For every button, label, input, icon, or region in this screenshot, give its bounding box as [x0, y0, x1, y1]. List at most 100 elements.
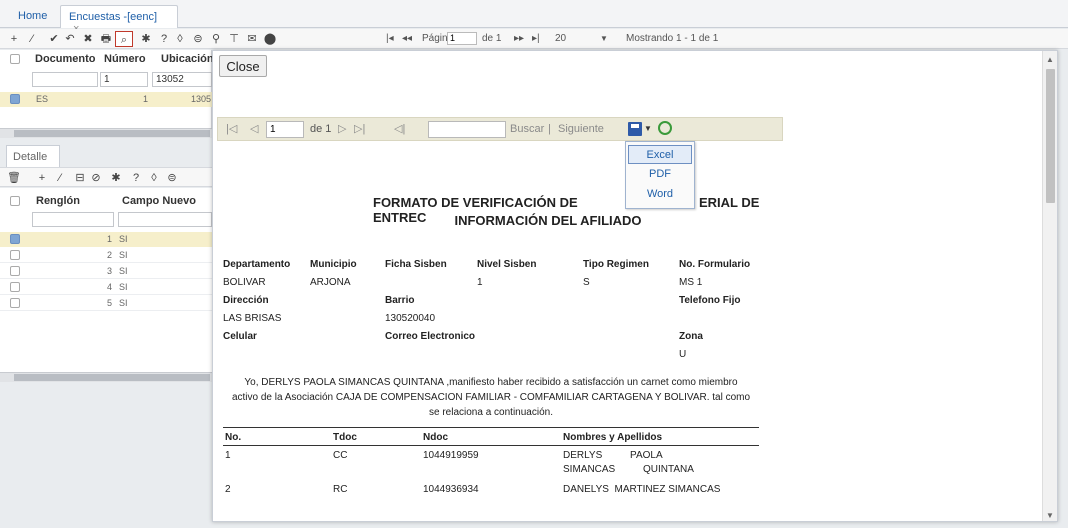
horizontal-scrollbar[interactable] [0, 128, 212, 138]
pager-prev-icon[interactable]: ◂◂ [402, 31, 412, 47]
buscar-link[interactable]: Buscar [510, 123, 544, 135]
notes-icon[interactable]: ⊜ [164, 170, 180, 186]
attach-icon[interactable]: ◊ [146, 170, 162, 186]
value-departamento: BOLIVAR [223, 277, 266, 288]
settings-icon[interactable]: ✱ [108, 170, 124, 186]
tab-home[interactable]: Home [10, 5, 55, 28]
record-icon[interactable]: ⬤ [262, 31, 278, 47]
col-no: No. [225, 432, 242, 443]
chevron-down-icon[interactable]: ▼ [600, 31, 608, 47]
page-input[interactable] [447, 31, 477, 45]
filter-campo-nuevo[interactable] [118, 212, 212, 227]
report-last-page-icon[interactable]: ▷| [354, 122, 365, 136]
page-size-select[interactable]: 20 [555, 31, 566, 47]
row-checkbox[interactable] [10, 94, 20, 104]
cancel-icon[interactable]: ⊘ [88, 170, 104, 186]
detalle-grid: Renglón Campo Nuevo 1 SI 2 SI 3 SI 4 SI … [0, 188, 212, 382]
report-paragraph-line1: Yo, DERLYS PAOLA SIMANCAS QUINTANA ,mani… [244, 377, 738, 388]
tab-detalle[interactable]: Detalle [6, 145, 60, 167]
cell-ndoc: 1044919959 [423, 450, 479, 461]
table-row[interactable]: 1 SI [0, 232, 212, 247]
col-nombres: Nombres y Apellidos [563, 432, 663, 443]
row-checkbox[interactable] [10, 266, 20, 276]
scrollbar-thumb[interactable] [1046, 69, 1055, 203]
report-search-input[interactable] [428, 121, 506, 138]
cell-campo-nuevo: SI [119, 266, 128, 276]
pager-next-icon[interactable]: ▸▸ [514, 31, 524, 47]
export-pdf[interactable]: PDF [628, 165, 692, 184]
settings-icon[interactable]: ✱ [138, 31, 154, 47]
undo-icon[interactable]: ↶ [62, 31, 78, 47]
tab-home-label: Home [18, 10, 48, 22]
value-no-formulario: MS 1 [679, 277, 703, 288]
add-icon[interactable]: + [6, 31, 22, 47]
table-row[interactable]: 5 SI [0, 296, 212, 311]
scrollbar-thumb[interactable] [14, 374, 210, 381]
tab-encuestas[interactable]: Encuestas -[eenc] × [60, 5, 178, 35]
report-page-input[interactable] [266, 121, 304, 138]
pager-first-icon[interactable]: |◂ [386, 31, 394, 47]
attach-icon[interactable]: ◊ [172, 31, 188, 47]
filter-numero[interactable]: 1 [100, 72, 148, 87]
export-icon[interactable] [628, 122, 642, 136]
trash-icon[interactable]: 🗑 [6, 170, 22, 186]
edit-icon[interactable]: ⁄ [52, 170, 68, 186]
select-all-checkbox[interactable] [10, 196, 20, 206]
col-renglon[interactable]: Renglón [36, 192, 80, 210]
save-icon[interactable]: ✔ [46, 31, 62, 47]
report-first-page-icon[interactable]: |◁ [226, 122, 237, 136]
table-row[interactable]: 3 SI [0, 264, 212, 279]
edit-icon[interactable]: ⁄ [24, 31, 40, 47]
notes-icon[interactable]: ⊜ [190, 31, 206, 47]
cell-renglon: 5 [107, 298, 113, 308]
search-icon[interactable]: ⌕ [115, 31, 133, 47]
report-next-page-icon[interactable]: ▷ [338, 122, 346, 136]
add-icon[interactable]: + [34, 170, 50, 186]
cell-renglon: 1 [107, 234, 113, 244]
tab-encuestas-label: Encuestas -[eenc] [69, 11, 158, 23]
table-row[interactable]: ES 1 1305 [0, 92, 212, 107]
help-icon[interactable]: ? [128, 170, 144, 186]
scroll-up-icon[interactable]: ▲ [1046, 55, 1054, 64]
col-numero[interactable]: Número [104, 50, 146, 68]
label-no-formulario: No. Formulario [679, 259, 751, 270]
scrollbar-thumb[interactable] [14, 130, 210, 137]
help-icon[interactable]: ? [156, 31, 172, 47]
col-ndoc: Ndoc [423, 432, 448, 443]
siguiente-link[interactable]: Siguiente [558, 123, 604, 135]
row-checkbox[interactable] [10, 250, 20, 260]
user-icon[interactable]: ⚲ [208, 31, 224, 47]
row-checkbox[interactable] [10, 234, 20, 244]
filter-renglon[interactable] [32, 212, 114, 227]
report-back-icon[interactable]: ◁| [394, 122, 405, 136]
scroll-down-icon[interactable]: ▼ [1046, 511, 1054, 520]
filter-ubicacion[interactable]: 13052 [152, 72, 212, 87]
select-all-checkbox[interactable] [10, 54, 20, 64]
table-row[interactable]: 4 SI [0, 280, 212, 295]
row-checkbox[interactable] [10, 282, 20, 292]
print-icon[interactable]: 🖶 [98, 31, 114, 47]
pager-last-icon[interactable]: ▸| [532, 31, 540, 47]
report-prev-page-icon[interactable]: ◁ [250, 122, 258, 136]
col-campo-nuevo[interactable]: Campo Nuevo [122, 192, 196, 210]
cell-renglon: 3 [107, 266, 113, 276]
export-word[interactable]: Word [628, 185, 692, 204]
table-row[interactable]: 2 SI [0, 248, 212, 263]
mail-icon[interactable]: ✉ [244, 31, 260, 47]
page-input-wrap [447, 31, 477, 47]
delete-icon[interactable]: ✖ [80, 31, 96, 47]
vertical-scrollbar[interactable]: ▲ ▼ [1042, 51, 1057, 521]
save-icon[interactable]: ⊟ [72, 170, 88, 186]
row-checkbox[interactable] [10, 298, 20, 308]
col-ubicacion[interactable]: Ubicación [161, 50, 214, 68]
export-excel[interactable]: Excel [628, 145, 692, 164]
close-button[interactable]: Close [219, 55, 267, 77]
refresh-icon[interactable] [658, 121, 672, 135]
report-page-of: de 1 [310, 123, 332, 135]
chevron-down-icon[interactable]: ▼ [644, 122, 652, 136]
pin-icon[interactable]: ⊤ [226, 31, 242, 47]
horizontal-scrollbar[interactable] [0, 372, 212, 382]
col-documento[interactable]: Documento [35, 50, 96, 68]
col-tdoc: Tdoc [333, 432, 357, 443]
filter-documento[interactable] [32, 72, 98, 87]
